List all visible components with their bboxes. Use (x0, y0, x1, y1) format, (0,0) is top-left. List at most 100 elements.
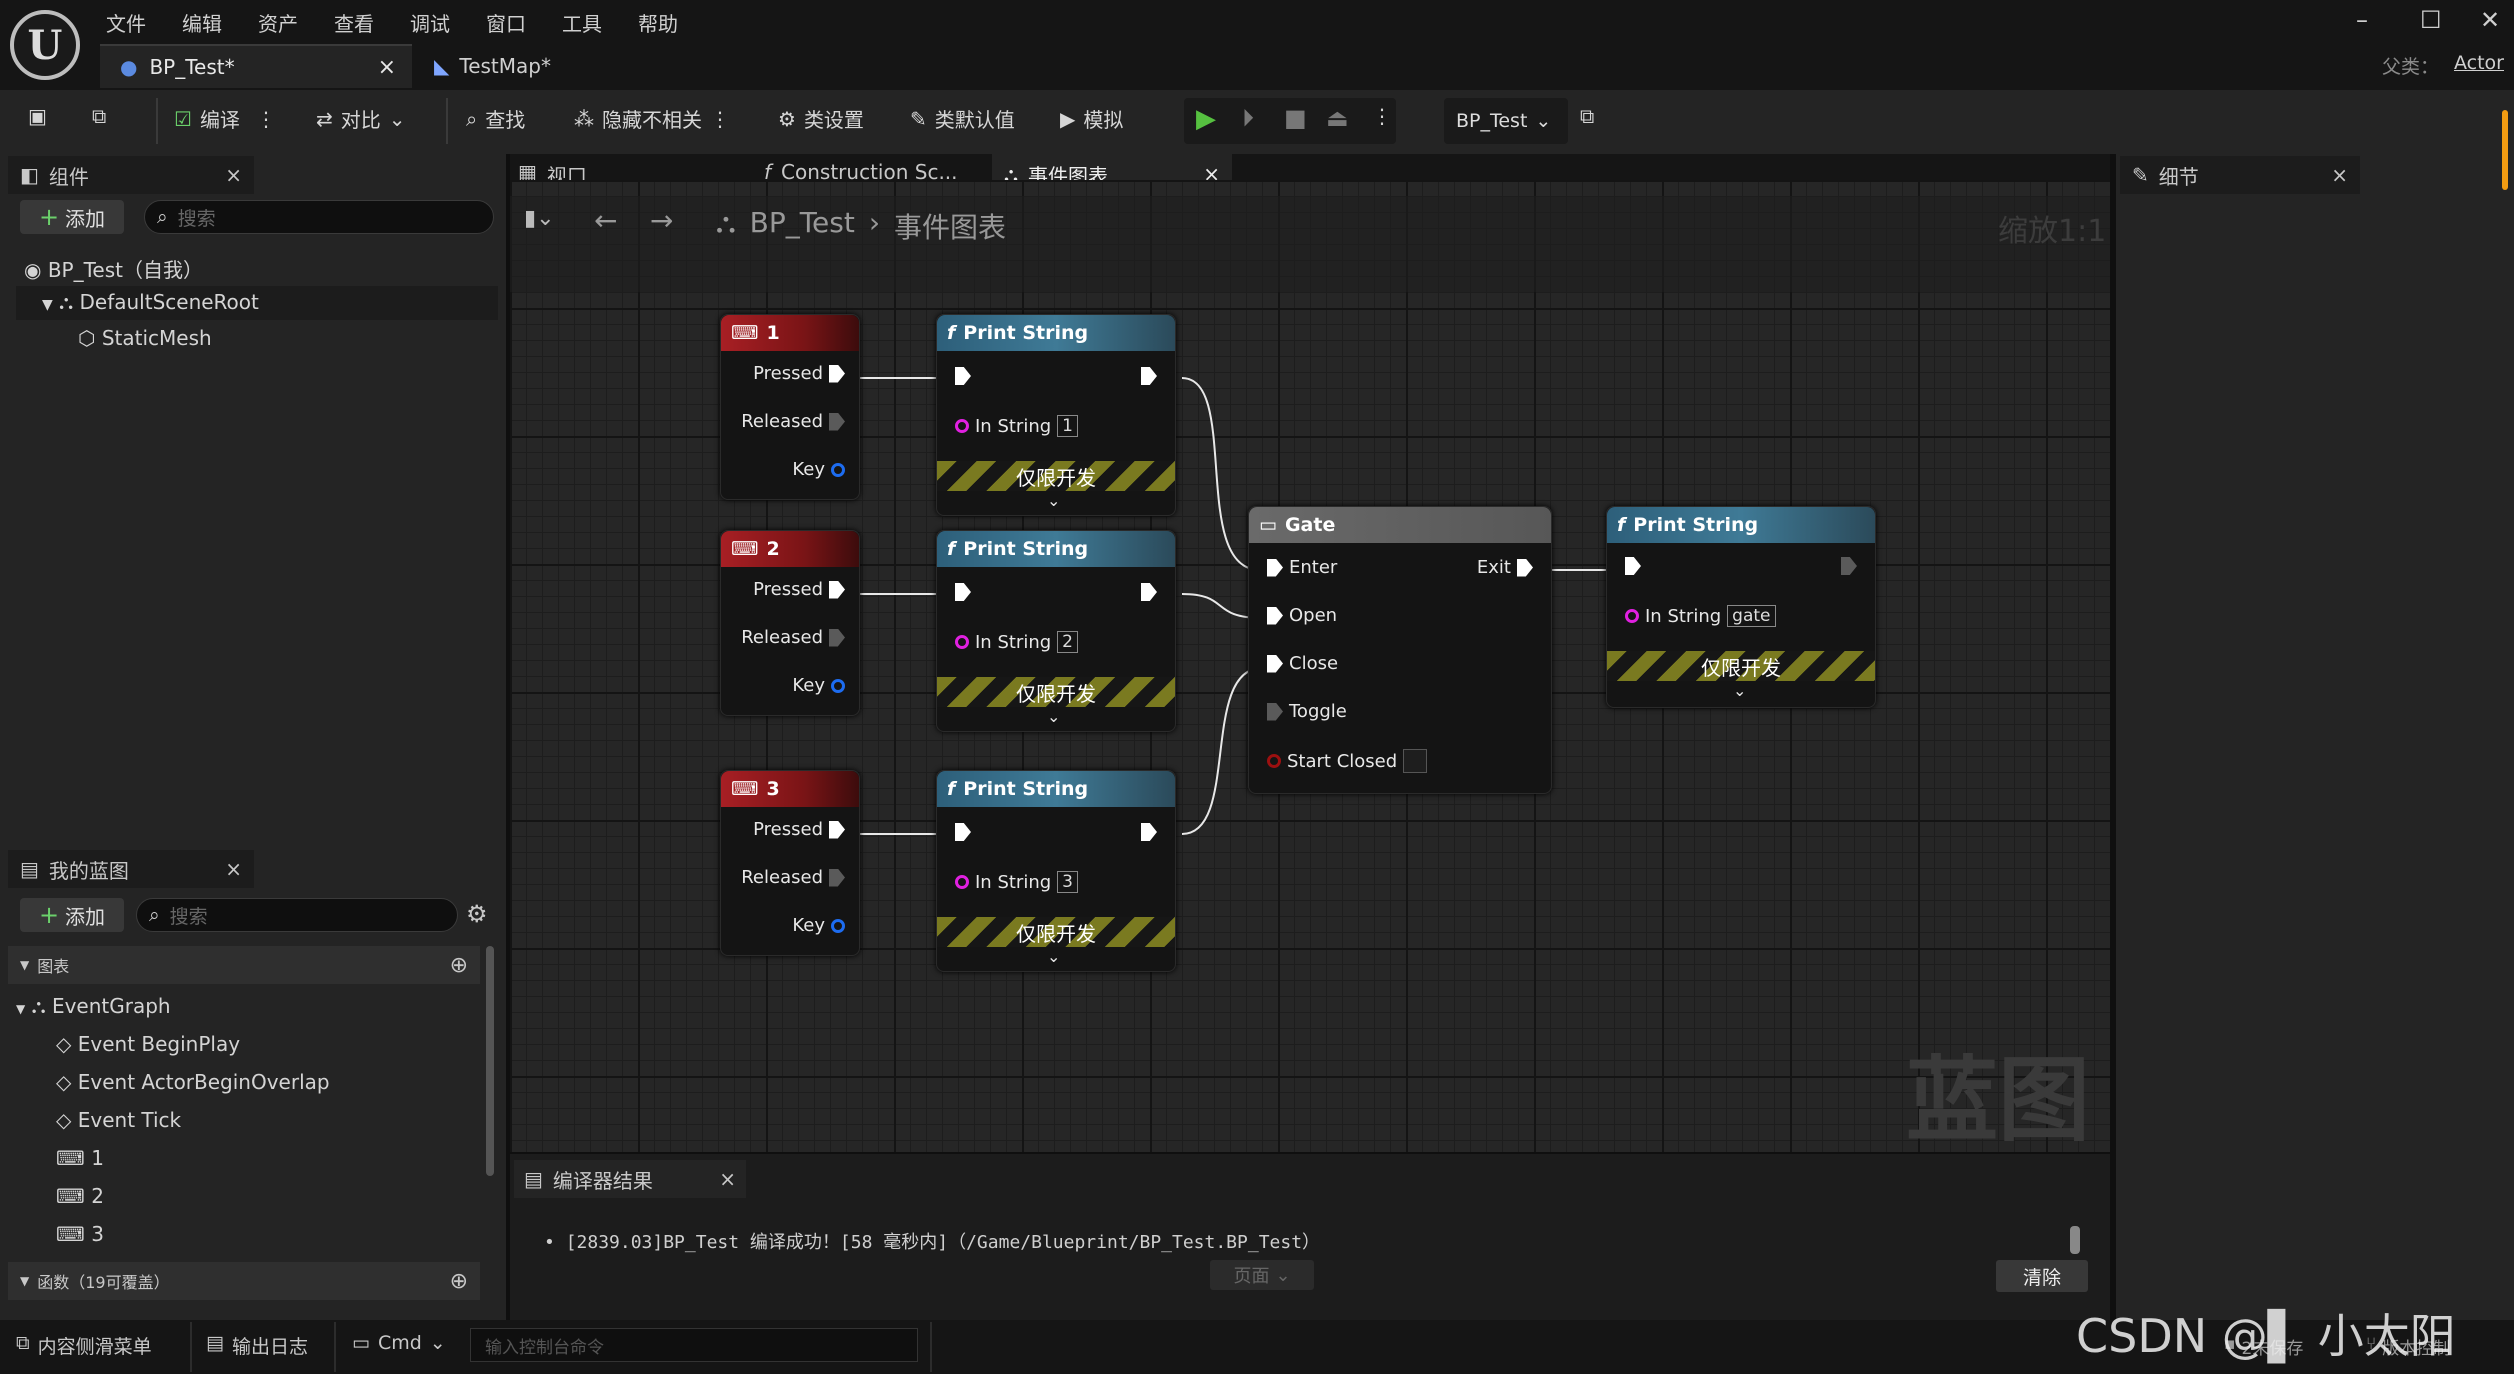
maximize-icon[interactable]: ☐ (2420, 6, 2442, 34)
close-window-icon[interactable]: ✕ (2480, 6, 2500, 34)
gate-node[interactable]: ▭ Gate Enter Exit Open Close Toggle Start… (1248, 506, 1552, 794)
in-string-pin[interactable]: In String 2 (955, 631, 1078, 653)
pressed-pin[interactable]: Pressed (753, 819, 845, 840)
print-string-node-2[interactable]: f Print String In String 2 仅限开发 ⌄ (936, 530, 1176, 732)
parent-class-link[interactable]: Actor (2454, 52, 2504, 74)
unreal-logo-icon[interactable]: U (10, 10, 80, 80)
diff-button[interactable]: ⇄ 对比 ⌄ (316, 104, 406, 133)
back-arrow-icon[interactable]: ← (594, 204, 617, 237)
compile-button[interactable]: ☑ 编译 ⋮ (174, 104, 276, 133)
functions-section-header[interactable]: ▼ 函数（19可覆盖） ⊕ (8, 1262, 480, 1300)
exit-pin[interactable]: Exit (1477, 557, 1533, 578)
component-item-static-mesh[interactable]: ⬡ StaticMesh (78, 326, 212, 350)
in-string-value[interactable]: gate (1727, 605, 1776, 627)
step-icon[interactable]: ⏵ (1242, 104, 1254, 132)
scrollbar[interactable] (486, 946, 494, 1176)
menu-edit[interactable]: 编辑 (182, 8, 222, 37)
breadcrumb-root[interactable]: BP_Test (750, 206, 855, 246)
close-icon[interactable]: × (378, 55, 396, 80)
start-closed-pin[interactable]: Start Closed (1267, 749, 1428, 773)
more-icon[interactable]: ⋮ (1372, 104, 1392, 128)
console-input[interactable]: 输入控制台命令 (470, 1328, 918, 1362)
menu-tools[interactable]: 工具 (562, 8, 602, 37)
class-defaults-button[interactable]: ✎ 类默认值 (910, 104, 1015, 133)
my-blueprint-tab[interactable]: ▤ 我的蓝图 × (8, 850, 254, 888)
my-blueprint-search-input[interactable]: ⌕ 搜索 (136, 898, 458, 932)
simulate-button[interactable]: ▶ 模拟 (1060, 104, 1123, 133)
key-pin[interactable]: Key (792, 459, 845, 480)
print-string-node-1[interactable]: f Print String In String 1 仅限开发 ⌄ (936, 314, 1176, 516)
details-tab[interactable]: ✎ 细节 × (2120, 156, 2360, 194)
components-search-input[interactable]: ⌕ 搜索 (144, 200, 494, 234)
menu-asset[interactable]: 资产 (258, 8, 298, 37)
event-graph-item[interactable]: ▼ ⛬ EventGraph (16, 994, 171, 1018)
add-member-button[interactable]: + 添加 (20, 898, 124, 932)
key-pin[interactable]: Key (792, 915, 845, 936)
pressed-pin[interactable]: Pressed (753, 579, 845, 600)
add-circle-icon[interactable]: ⊕ (450, 953, 468, 978)
components-tab[interactable]: ◧ 组件 × (8, 156, 254, 194)
debug-object-select[interactable]: BP_Test ⌄ (1444, 98, 1568, 144)
menu-debug[interactable]: 调试 (410, 8, 450, 37)
scrollbar[interactable] (2070, 1226, 2080, 1254)
component-item-self[interactable]: ◉ BP_Test（自我） (24, 254, 203, 283)
tab-bp-test[interactable]: ● BP_Test* × (100, 44, 412, 88)
compiler-results-tab[interactable]: ▤ 编译器结果 × (514, 1160, 746, 1198)
event-item[interactable]: ⌨ 3 (56, 1222, 104, 1246)
expand-chevron-icon[interactable]: ⌄ (1047, 491, 1060, 510)
exec-in-pin[interactable] (1625, 557, 1641, 575)
clear-button[interactable]: 清除 (1996, 1260, 2088, 1292)
tab-testmap[interactable]: ◣ TestMap* (420, 44, 580, 88)
page-select[interactable]: 页面 ⌄ (1210, 1260, 1314, 1290)
close-icon[interactable]: × (719, 1167, 736, 1191)
in-string-pin[interactable]: In String gate (1625, 605, 1776, 627)
key-pin[interactable]: Key (792, 675, 845, 696)
pressed-pin[interactable]: Pressed (753, 363, 845, 384)
close-icon[interactable]: × (225, 163, 242, 187)
close-pin[interactable]: Close (1267, 653, 1338, 674)
output-log-button[interactable]: ▤ 输出日志 (206, 1332, 308, 1359)
exec-in-pin[interactable] (955, 367, 971, 385)
more-icon[interactable]: ⋮ (710, 107, 730, 131)
exec-in-pin[interactable] (955, 583, 971, 601)
eject-icon[interactable]: ⏏ (1326, 104, 1349, 132)
event-item[interactable]: ◇ Event ActorBeginOverlap (56, 1070, 330, 1094)
close-icon[interactable]: × (2331, 163, 2348, 187)
exec-out-pin[interactable] (1841, 557, 1857, 575)
component-item-scene-root[interactable]: ▼ ⛬ DefaultSceneRoot (42, 290, 259, 314)
find-button[interactable]: ⌕ 查找 (466, 104, 525, 133)
print-string-node-gate[interactable]: f Print String In String gate 仅限开发 ⌄ (1606, 506, 1876, 708)
menu-help[interactable]: 帮助 (638, 8, 678, 37)
settings-gear-icon[interactable]: ⚙ (466, 900, 488, 928)
menu-file[interactable]: 文件 (106, 8, 146, 37)
in-string-pin[interactable]: In String 3 (955, 871, 1078, 893)
open-pin[interactable]: Open (1267, 605, 1337, 626)
browse-icon[interactable]: ⧉ (92, 104, 106, 128)
content-drawer-button[interactable]: ⧉ 内容侧滑菜单 (16, 1332, 152, 1359)
expand-chevron-icon[interactable]: ⌄ (1733, 681, 1746, 700)
hide-unrelated-button[interactable]: ⁂ 隐藏不相关 ⋮ (574, 104, 730, 133)
bookmark-icon[interactable]: ▮⌄ (524, 206, 555, 231)
exec-in-pin[interactable] (955, 823, 971, 841)
class-settings-button[interactable]: ⚙ 类设置 (778, 104, 864, 133)
event-item[interactable]: ⌨ 1 (56, 1146, 104, 1170)
close-icon[interactable]: × (225, 857, 242, 881)
minimize-icon[interactable]: – (2356, 6, 2368, 34)
exec-out-pin[interactable] (1141, 583, 1157, 601)
start-closed-checkbox[interactable] (1403, 749, 1428, 773)
graphs-section-header[interactable]: ▼ 图表 ⊕ (8, 946, 480, 984)
input-key-node-2[interactable]: ⌨ 2 Pressed Released Key (720, 530, 860, 716)
save-icon[interactable]: ▣ (28, 104, 47, 128)
in-string-pin[interactable]: In String 1 (955, 415, 1078, 437)
released-pin[interactable]: Released (741, 627, 845, 648)
event-item[interactable]: ⌨ 2 (56, 1184, 104, 1208)
forward-arrow-icon[interactable]: → (650, 204, 673, 237)
enter-pin[interactable]: Enter (1267, 557, 1337, 578)
in-string-value[interactable]: 1 (1057, 415, 1078, 437)
event-item[interactable]: ◇ Event BeginPlay (56, 1032, 240, 1056)
print-string-node-3[interactable]: f Print String In String 3 仅限开发 ⌄ (936, 770, 1176, 972)
add-component-button[interactable]: + 添加 (20, 200, 124, 234)
more-icon[interactable]: ⋮ (256, 107, 276, 131)
expand-chevron-icon[interactable]: ⌄ (1047, 947, 1060, 966)
cmd-select[interactable]: ▭ Cmd ⌄ (352, 1332, 446, 1354)
